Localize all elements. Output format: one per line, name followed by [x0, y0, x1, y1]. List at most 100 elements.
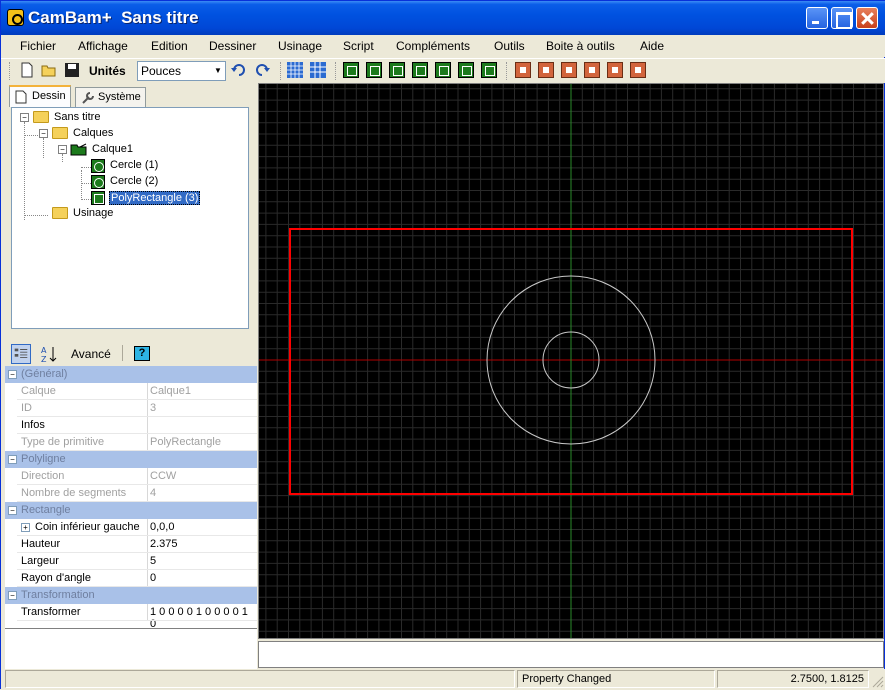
new-file-icon[interactable] [19, 62, 35, 78]
collapse-icon[interactable]: − [20, 113, 29, 122]
property-label: Type de primitive [21, 436, 105, 448]
property-value[interactable]: 5 [147, 553, 257, 570]
collapse-icon[interactable]: − [8, 370, 17, 379]
menu-fichier[interactable]: Fichier [20, 39, 56, 53]
tree-node-calques[interactable]: − Calques [12, 126, 212, 142]
property-label: Largeur [21, 555, 59, 567]
property-category[interactable]: − Polyligne [5, 451, 257, 468]
tree-calques-label: Calques [73, 127, 114, 139]
collapse-icon[interactable]: − [8, 506, 17, 515]
units-select[interactable]: Pouces ▼ [137, 61, 226, 81]
collapse-icon[interactable]: − [39, 129, 48, 138]
property-row[interactable]: Largeur 5 [5, 553, 257, 570]
toolbar-separator [335, 62, 337, 80]
property-row[interactable]: Hauteur 2.375 [5, 536, 257, 553]
property-row[interactable]: ID 3 [5, 400, 257, 417]
collapse-icon[interactable]: − [8, 455, 17, 464]
tree-node-calque1[interactable]: − Calque1 [12, 142, 212, 158]
tree-cercle-2-label: Cercle (2) [110, 175, 159, 187]
tree-node-cercle-1[interactable]: Cercle (1) [12, 158, 212, 174]
property-value[interactable] [147, 417, 257, 434]
advanced-button[interactable]: Avancé [71, 347, 111, 361]
draw-circle-icon[interactable] [366, 62, 382, 78]
menu-script[interactable]: Script [343, 39, 374, 53]
tree-node-polyrectangle[interactable]: PolyRectangle (3) [12, 190, 212, 206]
menu-outils[interactable]: Outils [494, 39, 525, 53]
property-value[interactable]: 2.375 [147, 536, 257, 553]
property-category[interactable]: − (Général) [5, 366, 257, 383]
property-category-label: (Général) [21, 368, 68, 380]
circle-entity-icon [91, 159, 105, 173]
property-row[interactable]: + Coin inférieur gauche 0,0,0 [5, 519, 257, 536]
property-value: Calque1 [147, 383, 257, 400]
collapse-icon[interactable]: − [58, 145, 67, 154]
drawing-tree: − Sans titre − Calques − Calque1 Cercle … [11, 107, 249, 329]
property-category[interactable]: − Rectangle [5, 502, 257, 519]
property-row[interactable]: Infos [5, 417, 257, 434]
menu-affichage[interactable]: Affichage [78, 39, 128, 53]
tree-node-root[interactable]: − Sans titre [12, 110, 212, 126]
property-label: Direction [21, 470, 65, 482]
menu-complements[interactable]: Compléments [396, 39, 470, 53]
property-value: PolyRectangle [147, 434, 257, 451]
menu-edition[interactable]: Edition [151, 39, 188, 53]
menu-aide[interactable]: Aide [640, 39, 664, 53]
engrave-machining-icon[interactable] [584, 62, 600, 78]
expand-icon[interactable]: + [21, 523, 30, 532]
pocket-machining-icon[interactable] [538, 62, 554, 78]
undo-icon[interactable] [231, 62, 247, 78]
help-icon[interactable]: ? [134, 346, 150, 361]
drawing-canvas[interactable] [258, 83, 884, 639]
tab-dessin[interactable]: Dessin [9, 85, 71, 107]
grid-toggle-icon[interactable] [310, 62, 326, 78]
property-row[interactable]: Direction CCW [5, 468, 257, 485]
property-label: Transformer [21, 606, 81, 618]
draw-rectangle-icon[interactable] [412, 62, 428, 78]
property-description [5, 628, 257, 669]
draw-points-icon[interactable] [389, 62, 405, 78]
redo-icon[interactable] [254, 62, 270, 78]
snap-grid-icon[interactable] [287, 62, 303, 78]
property-value[interactable]: 0,0,0 [147, 519, 257, 536]
property-row[interactable]: Type de primitive PolyRectangle [5, 434, 257, 451]
profile-machining-icon[interactable] [515, 62, 531, 78]
menu-dessiner[interactable]: Dessiner [209, 39, 256, 53]
drill-machining-icon[interactable] [561, 62, 577, 78]
minimize-button[interactable] [806, 7, 828, 29]
resize-grip-icon[interactable] [871, 675, 884, 688]
property-value[interactable]: 1 0 0 0 0 1 0 0 0 0 1 0 [147, 604, 257, 630]
menu-usinage[interactable]: Usinage [278, 39, 322, 53]
property-row[interactable]: Calque Calque1 [5, 383, 257, 400]
status-bar: Property Changed 2.7500, 1.8125 [1, 669, 885, 690]
tree-node-cercle-2[interactable]: Cercle (2) [12, 174, 212, 190]
gcode-output-icon[interactable] [630, 62, 646, 78]
menu-boite-a-outils[interactable]: Boite à outils [546, 39, 615, 53]
sort-alphabetical-icon[interactable]: AZ [39, 344, 59, 364]
property-category-label: Rectangle [21, 504, 71, 516]
lathe-machining-icon[interactable] [607, 62, 623, 78]
draw-polyline-icon[interactable] [343, 62, 359, 78]
categorized-view-icon[interactable] [11, 344, 31, 364]
property-category-label: Polyligne [21, 453, 66, 465]
drawing-viewport[interactable] [259, 84, 883, 638]
property-value[interactable]: 0 [147, 570, 257, 587]
save-icon[interactable] [64, 62, 80, 78]
property-category[interactable]: − Transformation [5, 587, 257, 604]
property-row[interactable]: Transformer 1 0 0 0 0 1 0 0 0 0 1 0 [5, 604, 257, 630]
title-bar[interactable]: CamBam+ Sans titre [1, 1, 885, 35]
tree-polyrectangle-label: PolyRectangle (3) [109, 191, 201, 205]
property-row[interactable]: Rayon d'angle 0 [5, 570, 257, 587]
folder-icon [33, 111, 49, 123]
property-category-label: Transformation [21, 589, 95, 601]
tab-systeme[interactable]: Système [75, 87, 146, 107]
property-label: Rayon d'angle [21, 572, 91, 584]
draw-3d-surface-icon[interactable] [481, 62, 497, 78]
draw-polygon-icon[interactable] [458, 62, 474, 78]
open-folder-icon[interactable] [41, 62, 57, 78]
property-row[interactable]: Nombre de segments 4 [5, 485, 257, 502]
collapse-icon[interactable]: − [8, 591, 17, 600]
draw-text-icon[interactable] [435, 62, 451, 78]
maximize-button[interactable] [831, 7, 853, 29]
close-button[interactable] [856, 7, 878, 29]
tree-node-usinage[interactable]: Usinage [12, 206, 212, 222]
